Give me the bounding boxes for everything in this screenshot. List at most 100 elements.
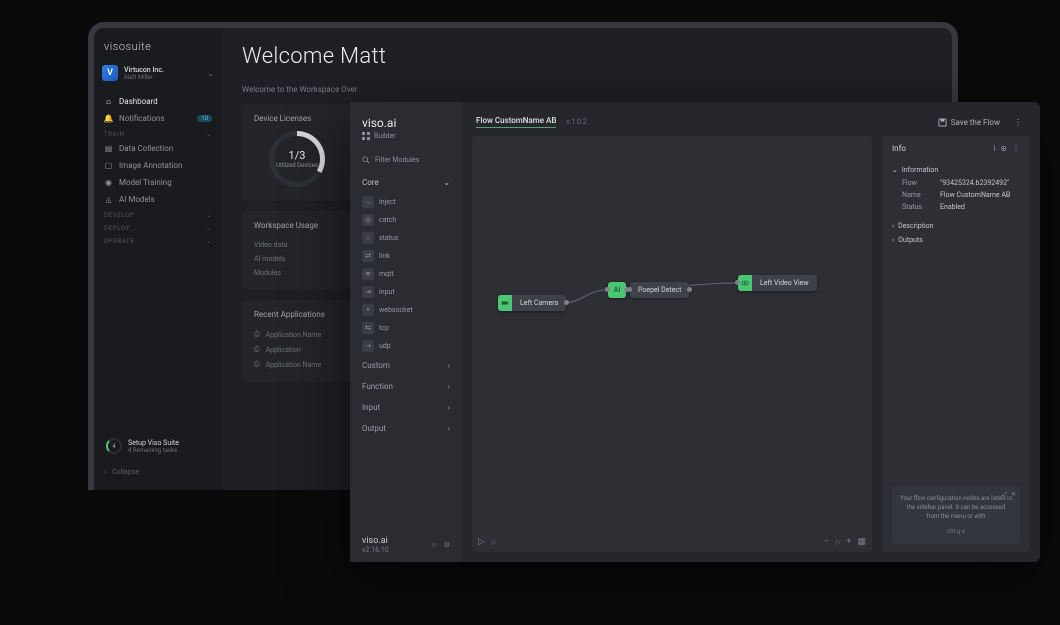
module-inject[interactable]: →inject — [358, 193, 454, 211]
bell-icon: 🔔 — [104, 114, 113, 123]
more-menu-button[interactable]: ⋮ — [1010, 118, 1026, 127]
filter-modules[interactable]: Filter Modules — [350, 148, 462, 172]
target-icon[interactable]: ○ — [491, 537, 496, 548]
nav-model-training[interactable]: ◉Model Training — [94, 174, 222, 191]
nav-group-operate[interactable]: OPERATE⌄ — [94, 234, 222, 247]
popout-icon[interactable]: ⤢ — [1002, 490, 1007, 499]
chevron-down-icon: ⌄ — [206, 225, 212, 232]
progress-ring: 4 — [106, 438, 122, 454]
module-group-input[interactable]: Input› — [350, 397, 462, 418]
builder-sidebar: viso.ai Builder Filter Modules Core⌄ →in… — [350, 102, 462, 562]
flow-name[interactable]: Flow CustomName AB — [476, 116, 556, 128]
more-icon[interactable]: ⋮ — [1012, 144, 1020, 153]
input-icon: ⇥ — [362, 286, 374, 298]
org-switcher[interactable]: V Virtucon Inc. Matt Miller ⌄ — [94, 61, 222, 85]
save-icon — [938, 118, 947, 127]
builder-window: viso.ai Builder Filter Modules Core⌄ →in… — [350, 102, 1040, 562]
chevron-down-icon: ⌄ — [443, 178, 450, 187]
module-group-function[interactable]: Function› — [350, 376, 462, 397]
link-icon: ⇄ — [362, 250, 374, 262]
target-icon: ◎ — [362, 214, 374, 226]
node-left-video-view[interactable]: Left Video View — [738, 275, 817, 291]
app-icon: ⎙ — [254, 345, 260, 354]
visosuite-sidebar: visosuite V Virtucon Inc. Matt Miller ⌄ … — [94, 28, 222, 490]
node-ai[interactable]: AI — [608, 282, 626, 298]
nav-label: Data Collection — [119, 144, 173, 153]
nav-dashboard[interactable]: ⌂ Dashboard — [94, 93, 222, 110]
canvas-tools: − ○ + ▦ — [824, 537, 866, 548]
input-port[interactable] — [605, 287, 610, 292]
usage-row: AI models — [254, 252, 340, 266]
chevron-down-icon: ⌄ — [892, 166, 898, 174]
module-catch[interactable]: ◎catch — [358, 211, 454, 229]
collapse-sidebar[interactable]: ‹ Collapse — [94, 464, 222, 480]
node-left-camera[interactable]: Left Camera — [498, 295, 566, 311]
nav-group-develop[interactable]: DEVELOP⌄ — [94, 208, 222, 221]
circle-icon: ○ — [362, 232, 374, 244]
close-icon[interactable]: ✕ — [1011, 490, 1016, 499]
input-port[interactable] — [735, 280, 740, 285]
org-name: Virtucon Inc. — [124, 66, 164, 74]
help-text: Your flow configuration nodes are listed… — [900, 494, 1012, 521]
brain-icon: ◉ — [104, 178, 113, 187]
nav-data-collection[interactable]: ▤Data Collection — [94, 140, 222, 157]
nav-image-annotation[interactable]: ▢Image Annotation — [94, 157, 222, 174]
chevron-right-icon: › — [448, 424, 450, 433]
info-icon[interactable]: i — [993, 144, 995, 153]
zoom-reset-button[interactable]: ○ — [835, 537, 840, 548]
nav-ai-models[interactable]: ◬AI Models — [94, 191, 222, 208]
recent-row[interactable]: ⎙Application Name — [254, 357, 340, 372]
nav-label: Dashboard — [119, 97, 158, 106]
info-value: Flow CustomName AB — [940, 191, 1010, 199]
module-websocket[interactable]: ⚬websocket — [358, 301, 454, 319]
broadcast-icon: ≋ — [362, 268, 374, 280]
image-icon: ▢ — [104, 161, 113, 170]
save-flow-button[interactable]: Save the Flow — [938, 118, 1000, 127]
packet-icon: ⇢ — [362, 340, 374, 352]
license-sub: Utilized Devices — [276, 162, 318, 169]
module-status[interactable]: ○status — [358, 229, 454, 247]
nav-group-deploy[interactable]: DEPLOY⌄ — [94, 221, 222, 234]
chevron-left-icon: ‹ — [104, 468, 106, 476]
input-port[interactable] — [627, 287, 632, 292]
module-group-output[interactable]: Output› — [350, 418, 462, 439]
setup-progress[interactable]: 4 Setup Viso Suite 4 Remaining tasks — [102, 434, 214, 458]
module-link[interactable]: ⇄link — [358, 247, 454, 265]
search-icon — [362, 156, 370, 164]
flow-canvas[interactable]: Left Camera AI Poepel Detect Left Video … — [472, 136, 872, 552]
org-icon: V — [102, 65, 118, 81]
eye-icon — [738, 275, 752, 291]
flow-version: v.1.0.2 — [566, 118, 586, 126]
module-tcp[interactable]: ⇆tcp — [358, 319, 454, 337]
visoai-logo: viso.ai — [350, 102, 462, 132]
grid-icon — [362, 132, 370, 140]
module-group-core[interactable]: Core⌄ — [350, 172, 462, 193]
user-icon[interactable]: ☺ — [431, 541, 438, 549]
zoom-in-button[interactable]: + — [846, 537, 851, 548]
chevron-right-icon: › — [448, 361, 450, 370]
info-key: Flow — [902, 179, 940, 187]
minimap-button[interactable]: ▦ — [857, 537, 866, 548]
nav-group-train[interactable]: TRAIN⌄ — [94, 127, 222, 140]
zoom-out-button[interactable]: − — [824, 537, 829, 548]
workspace-usage-card: Workspace Usage Video data AI models Mod… — [242, 211, 352, 290]
chevron-right-icon: › — [892, 236, 894, 244]
info-section-description[interactable]: ›Description — [892, 219, 1020, 233]
chevron-right-icon: › — [448, 382, 450, 391]
node-people-detect[interactable]: Poepel Detect — [630, 282, 689, 298]
info-section-outputs[interactable]: ›Outputs — [892, 233, 1020, 247]
module-group-custom[interactable]: Custom› — [350, 355, 462, 376]
builder-mode: Builder — [350, 132, 462, 148]
settings-icon[interactable]: ⚙ — [444, 541, 450, 549]
info-section-information[interactable]: ⌄Information — [892, 163, 1020, 177]
help-icon[interactable]: ⊕ — [1000, 144, 1007, 153]
module-mqtt[interactable]: ≋mqtt — [358, 265, 454, 283]
module-udp[interactable]: ⇢udp — [358, 337, 454, 355]
chevron-down-icon: ⌄ — [207, 69, 214, 78]
nav-notifications[interactable]: 🔔 Notifications 10 — [94, 110, 222, 127]
module-input[interactable]: ⇥input — [358, 283, 454, 301]
recent-row[interactable]: ⎙Application — [254, 342, 340, 357]
visosuite-logo: visosuite — [94, 38, 222, 61]
recent-row[interactable]: ⎙Application Name — [254, 327, 340, 342]
pointer-icon[interactable]: ▷ — [478, 537, 485, 548]
